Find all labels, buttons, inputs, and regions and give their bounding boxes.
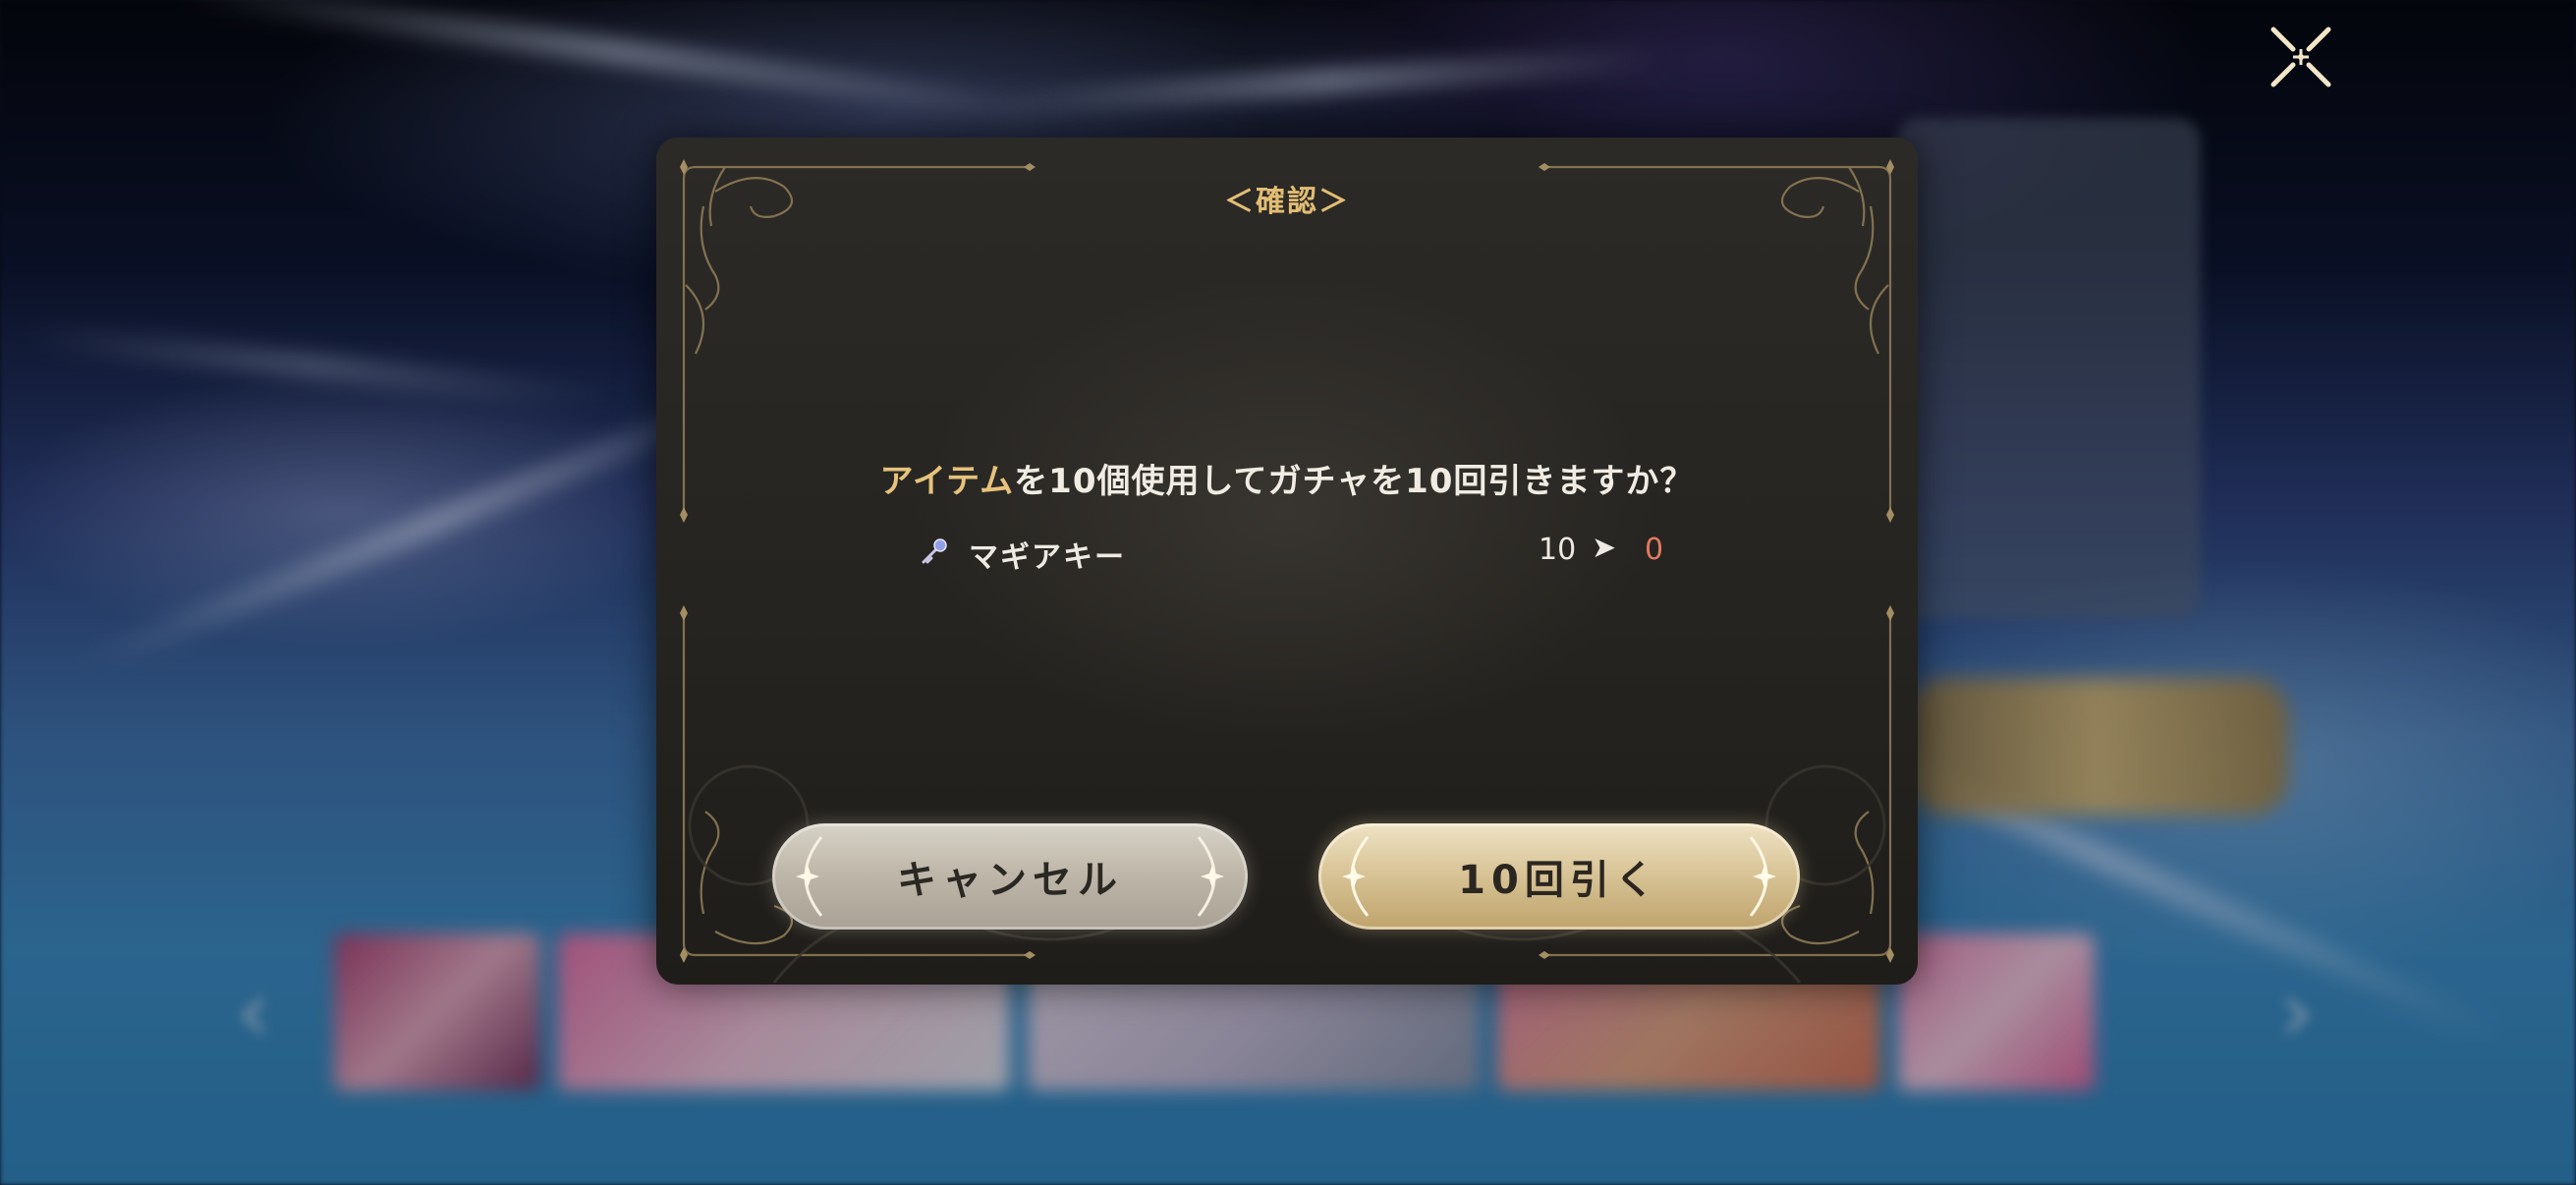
cancel-button[interactable]: キャンセル [772,823,1248,930]
magi-key-icon [922,538,947,564]
draw-10-button-label: 10回引く [1458,858,1660,903]
item-name: マギアキー [969,540,1126,575]
cancel-button-label: キャンセル [897,858,1123,903]
item-count-after: 0 [1645,533,1664,567]
question-text: を10個使用してガチャを10回引きますか？ [1014,462,1695,501]
arrow-right-icon: ➤ [1592,531,1617,565]
item-count-before: 10 [1539,533,1577,567]
close-icon [2270,27,2331,87]
close-button[interactable] [2266,22,2336,92]
draw-10-button[interactable]: 10回引く [1318,823,1800,930]
sparkle-icon [1749,836,1776,917]
sparkle-icon [1197,836,1224,917]
confirm-question: アイテムを10個使用してガチャを10回引きますか？ [656,454,1918,502]
confirm-dialog: ＜確認＞ アイテムを10個使用してガチャを10回引きますか？ マギアキー 10 … [656,138,1918,985]
gacha-screen: ‹ › ＜確認＞ アイテムを10個使用してガチャを10回引きますか？ マギアキー… [0,0,2576,1185]
sparkle-icon [1342,836,1370,917]
item-cost-row: マギアキー 10 ➤ 0 [918,531,1664,578]
dialog-title: ＜確認＞ [1224,185,1350,219]
sparkle-icon [796,836,823,917]
question-accent-text: アイテム [879,462,1015,501]
